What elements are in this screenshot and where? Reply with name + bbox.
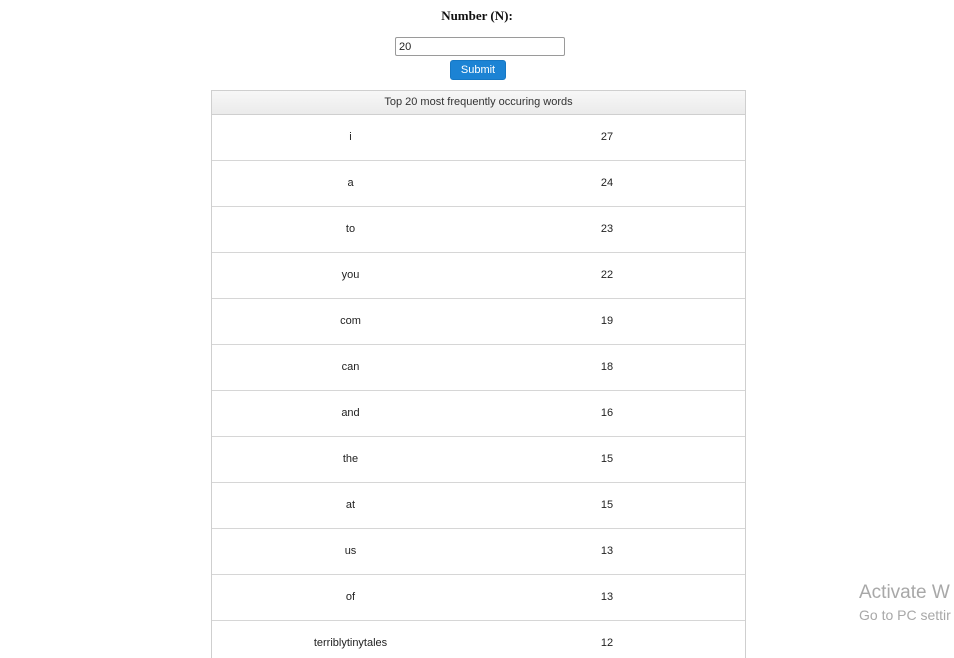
count-cell: 12 (600, 637, 614, 649)
table-row: us 13 (212, 529, 745, 575)
count-cell: 16 (600, 407, 614, 419)
word-cell: can (341, 361, 360, 373)
word-cell: i (349, 131, 352, 143)
submit-button[interactable]: Submit (450, 60, 506, 80)
table-row: i 27 (212, 115, 745, 161)
count-cell: 22 (600, 269, 614, 281)
count-cell: 18 (600, 361, 614, 373)
number-input[interactable] (395, 37, 565, 56)
word-cell: us (344, 545, 357, 557)
word-cell: and (341, 407, 360, 419)
table-row: and 16 (212, 391, 745, 437)
activation-watermark: Activate W Go to PC settir (859, 581, 951, 625)
word-cell: com (340, 315, 361, 327)
table-row: at 15 (212, 483, 745, 529)
count-cell: 15 (600, 453, 614, 465)
table-row: a 24 (212, 161, 745, 207)
table-row: the 15 (212, 437, 745, 483)
watermark-title: Activate W (859, 582, 950, 603)
table-row: can 18 (212, 345, 745, 391)
word-cell: to (345, 223, 356, 235)
count-cell: 19 (600, 315, 614, 327)
word-cell: at (345, 499, 356, 511)
table-row: to 23 (212, 207, 745, 253)
word-cell: a (347, 177, 354, 189)
count-cell: 27 (600, 131, 614, 143)
count-cell: 24 (600, 177, 614, 189)
table-caption: Top 20 most frequently occuring words (212, 91, 745, 115)
count-cell: 13 (600, 545, 614, 557)
word-frequency-table: Top 20 most frequently occuring words i 2… (211, 90, 746, 658)
number-label: Number (N): (441, 8, 513, 23)
table-body: i 27 a 24 to 23 you 22 com 19 can 18 and 16 the 15 at 15 u… (212, 115, 745, 658)
table-row: you 22 (212, 253, 745, 299)
count-cell: 13 (600, 591, 614, 603)
word-cell: you (341, 269, 360, 281)
count-cell: 23 (600, 223, 614, 235)
word-cell: terriblytinytales (313, 637, 388, 649)
watermark-subtitle: Go to PC settir (859, 607, 951, 623)
table-row: terriblytinytales 12 (212, 621, 745, 658)
table-row: com 19 (212, 299, 745, 345)
word-cell: of (345, 591, 356, 603)
table-row: of 13 (212, 575, 745, 621)
word-cell: the (342, 453, 359, 465)
count-cell: 15 (600, 499, 614, 511)
